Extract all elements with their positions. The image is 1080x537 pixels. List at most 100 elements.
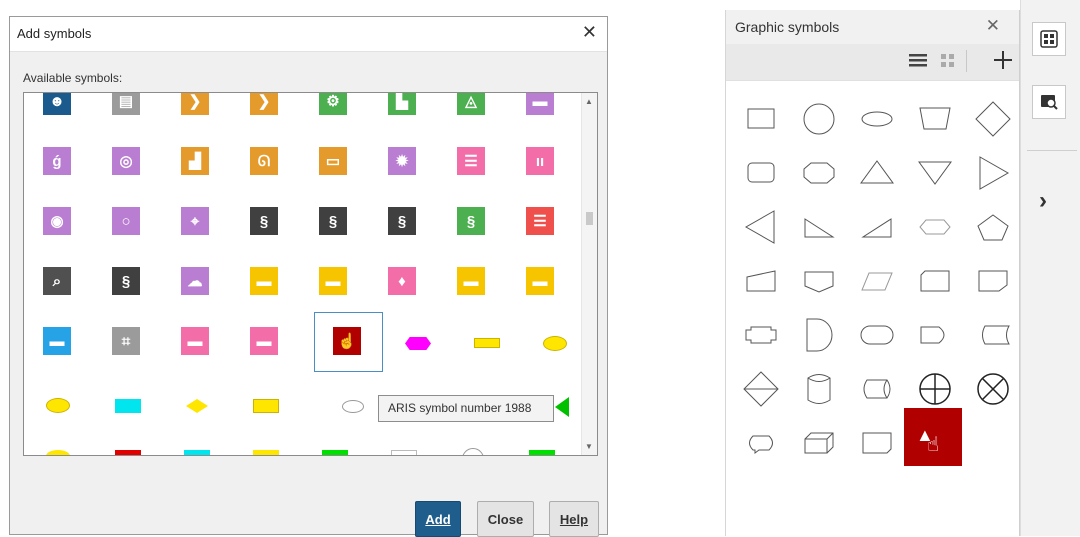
symbol-list-scrollbar[interactable]: ▲ ▼ [581, 93, 597, 455]
scroll-down-icon[interactable]: ▼ [585, 442, 593, 451]
rectangle-symbol[interactable] [734, 94, 788, 144]
symbol-law-icon[interactable]: § [93, 252, 162, 312]
help-button[interactable]: Help [549, 501, 599, 537]
symbol-rhombus-box-shape[interactable] [231, 372, 300, 432]
grid-view-icon[interactable] [940, 52, 956, 73]
symbol-law-icon[interactable]: § [438, 192, 507, 252]
symbol-folder-icon[interactable]: ▬ [507, 252, 576, 312]
chevron-right-icon[interactable]: › [1039, 187, 1047, 215]
symbol-chart-icon[interactable]: ıı [507, 132, 576, 192]
symbol-rectangle-shape[interactable] [162, 432, 231, 455]
symbol-target-icon[interactable]: ◉ [24, 192, 93, 252]
symbol-rhombus-shape[interactable] [162, 372, 231, 432]
symbol-cycle-icon[interactable]: ◬ [438, 93, 507, 132]
symbol-sun-icon[interactable]: ✹ [369, 132, 438, 192]
symbol-folder-icon[interactable]: ▬ [162, 312, 231, 372]
sort-symbol[interactable] [734, 364, 788, 414]
symbol-law-icon[interactable]: § [300, 192, 369, 252]
symbol-law-icon[interactable]: § [231, 192, 300, 252]
pentagon-symbol[interactable] [966, 202, 1020, 252]
triangle-right-symbol[interactable] [966, 148, 1020, 198]
symbol-rectangle-shape[interactable] [300, 432, 369, 455]
terminator-symbol[interactable] [850, 310, 904, 360]
symbol-circle-outline-shape[interactable] [438, 432, 507, 455]
symbol-location-icon[interactable]: ⌖ [162, 192, 231, 252]
symbol-diamond-icon[interactable]: ♦ [369, 252, 438, 312]
offpage-connector-symbol[interactable] [792, 256, 846, 306]
manual-input-symbol[interactable] [734, 256, 788, 306]
display-symbol[interactable] [908, 310, 962, 360]
symbol-rectangle-shape[interactable] [507, 432, 576, 455]
scrollbar-thumb[interactable] [586, 212, 593, 225]
symbol-document-icon[interactable]: ▤ [93, 93, 162, 132]
symbol-rectangle-outline-shape[interactable] [369, 432, 438, 455]
close-icon[interactable]: ✕ [986, 16, 1000, 36]
triangle-left-symbol[interactable] [734, 202, 788, 252]
symbol-cylinder-icon[interactable]: ▬ [507, 93, 576, 132]
symbol-palette-icon[interactable] [1032, 22, 1066, 56]
symbol-gear-icon[interactable]: ⚙ [300, 93, 369, 132]
delay-symbol[interactable] [792, 310, 846, 360]
symbol-search-icon[interactable]: ⌕ [24, 252, 93, 312]
symbol-torch-icon[interactable]: ǵ [24, 132, 93, 192]
symbol-target-icon[interactable]: ◎ [93, 132, 162, 192]
symbol-ellipse-outline-shape[interactable] [300, 372, 369, 432]
symbol-chevron-icon[interactable]: ❯ [162, 93, 231, 132]
symbol-rectangle-shape[interactable] [93, 372, 162, 432]
symbol-ellipse-shape[interactable] [24, 372, 93, 432]
symbol-person-icon[interactable]: ☻ [24, 93, 93, 132]
close-button[interactable]: Close [477, 501, 534, 537]
symbol-folder-icon[interactable]: ▬ [438, 252, 507, 312]
add-icon[interactable] [992, 49, 1014, 76]
cube-symbol[interactable] [792, 418, 846, 468]
scroll-up-icon[interactable]: ▲ [585, 97, 593, 106]
ellipse-symbol[interactable] [850, 94, 904, 144]
octagon-symbol[interactable] [792, 148, 846, 198]
summing-junction-symbol[interactable] [908, 364, 962, 414]
symbol-ring-icon[interactable]: ○ [93, 192, 162, 252]
symbol-folder-icon[interactable]: ▬ [231, 252, 300, 312]
triangle-up-symbol[interactable] [850, 148, 904, 198]
symbol-chevron-icon[interactable]: ❯ [231, 93, 300, 132]
symbol-factory-icon[interactable]: ▙ [369, 93, 438, 132]
symbol-cloud-icon[interactable]: ☁ [162, 252, 231, 312]
symbol-folder-icon[interactable]: ▬ [231, 312, 300, 372]
aris-symbol-1988[interactable]: ▲ ☝ [904, 408, 962, 466]
add-button[interactable]: Add [415, 501, 461, 537]
right-triangle-mirrored-symbol[interactable] [850, 202, 904, 252]
or-junction-symbol[interactable] [966, 364, 1020, 414]
symbol-rectangle-shape[interactable] [93, 432, 162, 455]
symbol-law-icon[interactable]: § [369, 192, 438, 252]
symbol-folder-icon[interactable]: ▬ [24, 312, 93, 372]
close-icon[interactable]: ✕ [582, 22, 597, 43]
snipped-rectangle-symbol[interactable] [908, 256, 962, 306]
parallelogram-symbol[interactable] [850, 256, 904, 306]
folded-corner-symbol[interactable] [850, 418, 904, 468]
trapezoid-symbol[interactable] [908, 94, 962, 144]
stored-data-symbol[interactable] [966, 310, 1020, 360]
symbol-rectangle-shape[interactable] [231, 432, 300, 455]
symbol-gantt-icon[interactable]: ☰ [438, 132, 507, 192]
diamond-symbol[interactable] [966, 94, 1020, 144]
symbol-1988-selected[interactable]: ☝ [314, 312, 383, 372]
symbol-spiral-icon[interactable]: ᘏ [231, 132, 300, 192]
symbol-hexagon-shape[interactable] [383, 312, 452, 372]
callout-symbol[interactable] [734, 418, 788, 468]
cylinder-symbol[interactable] [792, 364, 846, 414]
rounded-rectangle-symbol[interactable] [734, 148, 788, 198]
symbol-ellipse-shape[interactable] [24, 432, 93, 455]
symbol-folder-icon[interactable]: ▬ [300, 252, 369, 312]
card-symbol[interactable] [966, 256, 1020, 306]
symbol-frame-icon[interactable]: ⌗ [93, 312, 162, 372]
list-view-icon[interactable] [909, 52, 927, 73]
symbol-battery-icon[interactable]: ▭ [300, 132, 369, 192]
circle-symbol[interactable] [792, 94, 846, 144]
symbol-rectangle-shape[interactable] [452, 312, 521, 372]
cross-shape-symbol[interactable] [734, 310, 788, 360]
hexagon-symbol[interactable] [908, 202, 962, 252]
horizontal-cylinder-symbol[interactable] [850, 364, 904, 414]
triangle-down-symbol[interactable] [908, 148, 962, 198]
right-triangle-symbol[interactable] [792, 202, 846, 252]
search-symbol-icon[interactable] [1032, 85, 1066, 119]
symbol-report-icon[interactable]: ☰ [507, 192, 576, 252]
